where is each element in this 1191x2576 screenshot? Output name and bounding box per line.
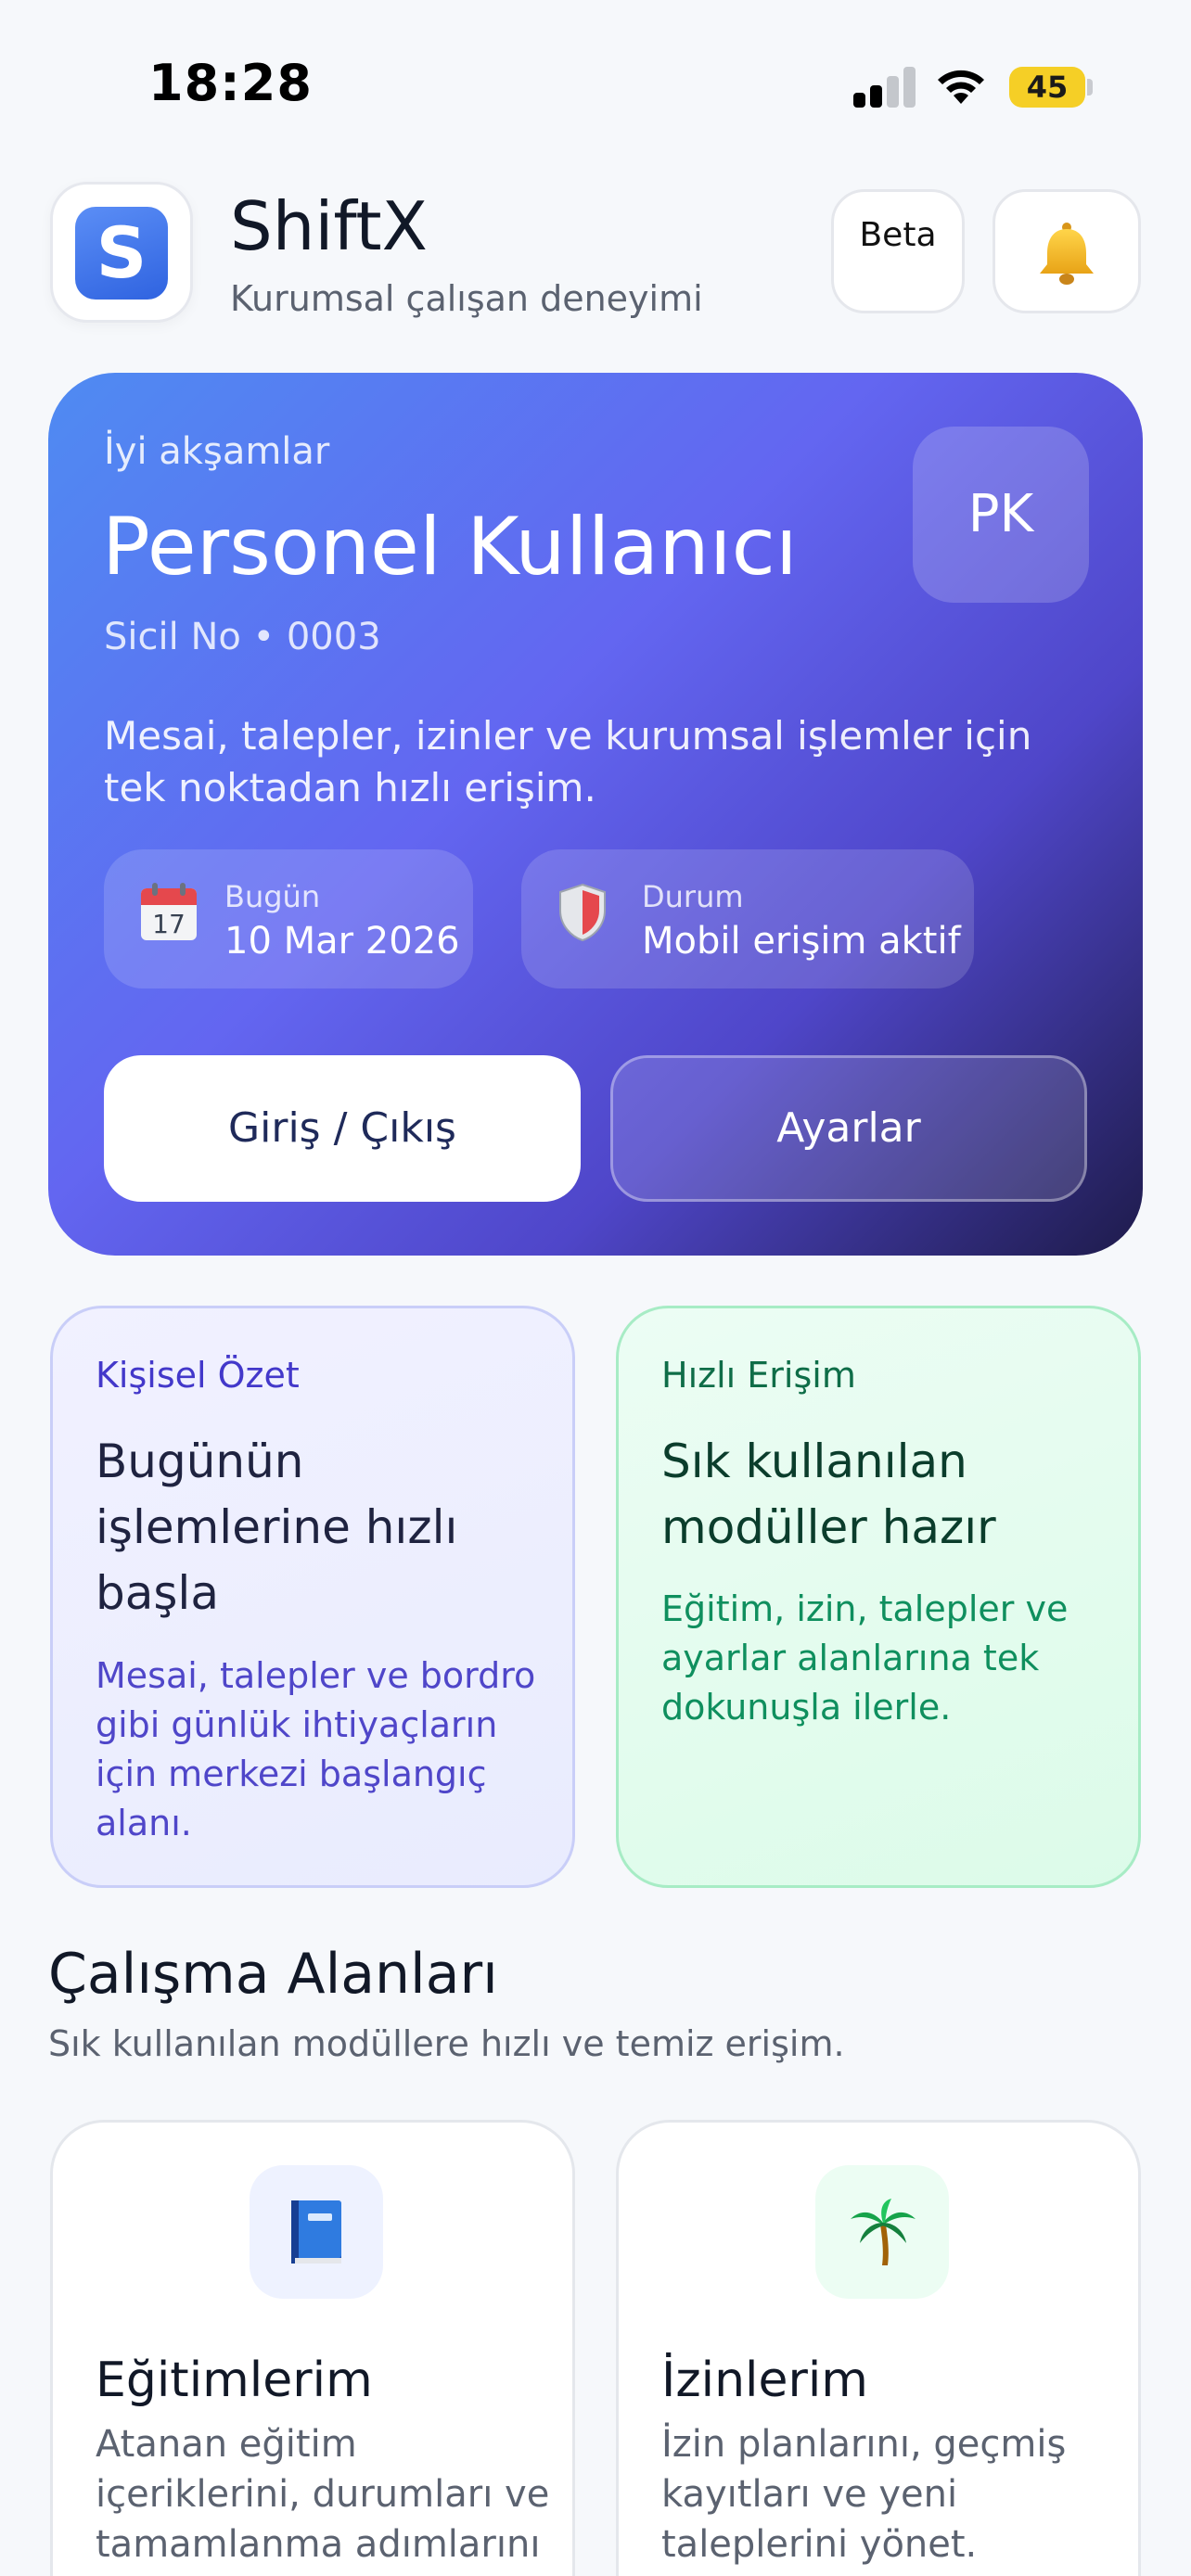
section-title: Çalışma Alanları	[48, 1942, 498, 2007]
module-title: İzinlerim	[661, 2353, 868, 2408]
beta-button[interactable]: Beta	[831, 189, 965, 313]
personal-summary-eyebrow: Kişisel Özet	[96, 1355, 300, 1396]
hero-card: İyi akşamlar Personel Kullanıcı Sicil No…	[48, 373, 1143, 1256]
today-chip: 17 Bugün 10 Mar 2026	[104, 849, 473, 988]
quick-access-title: Sık kullanılan modüller hazır	[661, 1435, 996, 1554]
home-screen: 18:28 45 S ShiftX Kurumsal çalışan deney…	[0, 0, 1191, 2576]
module-description: Atanan eğitim içeriklerini, durumları ve…	[96, 2423, 550, 2576]
status-time: 18:28	[148, 54, 313, 112]
module-card-trainings[interactable]: Eğitimlerim Atanan eğitim içeriklerini, …	[50, 2120, 575, 2576]
calendar-icon: 17	[141, 883, 197, 940]
employee-id: Sicil No • 0003	[104, 616, 381, 658]
today-date: 10 Mar 2026	[224, 920, 460, 963]
module-icon-tile	[815, 2165, 949, 2299]
book-icon	[291, 2200, 341, 2264]
avatar[interactable]: PK	[913, 427, 1089, 603]
battery-tip	[1087, 79, 1093, 96]
bell-icon	[1040, 223, 1094, 285]
app-logo-letter: S	[75, 207, 168, 300]
hero-description: Mesai, talepler, izinler ve kurumsal işl…	[104, 713, 1032, 810]
status-value: Mobil erişim aktif	[642, 920, 961, 963]
section-subtitle: Sık kullanılan modüllere hızlı ve temiz …	[48, 2023, 845, 2064]
module-description: İzin planlarını, geçmiş kayıtları ve yen…	[661, 2423, 1067, 2566]
greeting-text: İyi akşamlar	[104, 430, 330, 473]
check-in-out-button[interactable]: Giriş / Çıkış	[104, 1055, 581, 1202]
personal-summary-title: Bugünün işlemlerine hızlı başla	[96, 1435, 458, 1620]
quick-access-description: Eğitim, izin, talepler ve ayarlar alanla…	[661, 1588, 1069, 1728]
cellular-signal-icon	[853, 67, 916, 108]
status-chip: Durum Mobil erişim aktif	[521, 849, 974, 988]
module-card-leaves[interactable]: İzinlerim İzin planlarını, geçmiş kayıtl…	[616, 2120, 1141, 2576]
wifi-icon	[938, 70, 984, 104]
module-title: Eğitimlerim	[96, 2353, 373, 2408]
calendar-day: 17	[152, 909, 186, 939]
status-bar: 18:28 45	[0, 0, 1191, 176]
personal-summary-card[interactable]: Kişisel Özet Bugünün işlemlerine hızlı b…	[50, 1306, 575, 1888]
settings-button[interactable]: Ayarlar	[610, 1055, 1087, 1202]
app-logo: S	[50, 182, 193, 323]
battery-level: 45	[1009, 67, 1085, 108]
module-icon-tile	[250, 2165, 383, 2299]
palm-tree-icon	[851, 2199, 916, 2265]
app-subtitle: Kurumsal çalışan deneyimi	[230, 278, 703, 319]
app-title: ShiftX	[230, 187, 428, 265]
today-label: Bugün	[224, 879, 321, 914]
notifications-button[interactable]	[992, 189, 1141, 313]
quick-access-card[interactable]: Hızlı Erişim Sık kullanılan modüller haz…	[616, 1306, 1141, 1888]
personal-summary-description: Mesai, talepler ve bordro gibi günlük ih…	[96, 1655, 536, 1843]
status-label: Durum	[642, 879, 744, 914]
shield-icon	[559, 883, 606, 942]
quick-access-eyebrow: Hızlı Erişim	[661, 1355, 856, 1396]
user-name: Personel Kullanıcı	[102, 501, 798, 593]
